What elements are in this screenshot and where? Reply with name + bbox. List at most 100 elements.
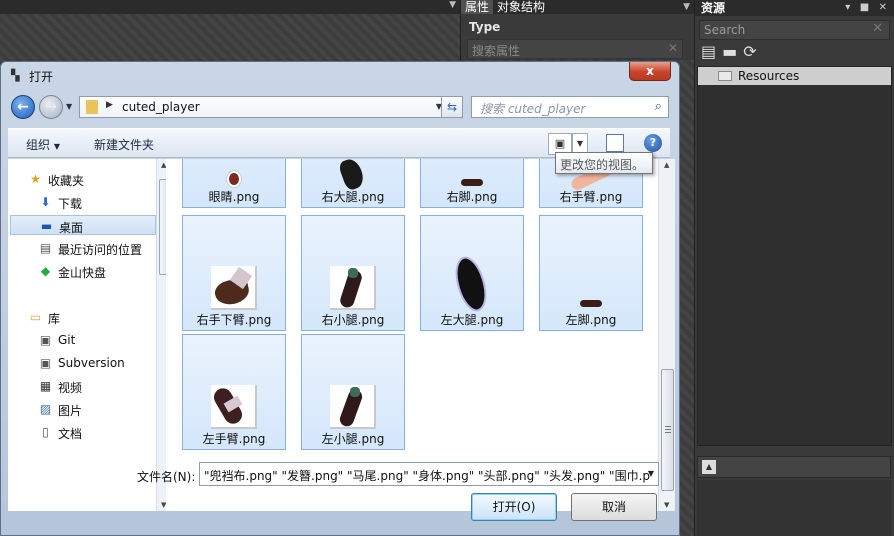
- chevron-down-icon[interactable]: ▼: [648, 469, 654, 478]
- resources-panel: 资源 ▾ ■ ✕ Search ✕ ▤ ▬ ⟳ Resources ▲: [694, 0, 894, 536]
- tree-item-resources[interactable]: Resources: [698, 67, 891, 85]
- filename-label: 文件名(N):: [137, 470, 196, 484]
- breadcrumb-arrow-icon[interactable]: ▶: [106, 100, 113, 110]
- file-tile[interactable]: 左大腿.png: [420, 215, 524, 331]
- folder-icon: [718, 71, 732, 81]
- file-tile[interactable]: 右小腿.png: [301, 215, 405, 331]
- nav-desktop[interactable]: ▬ 桌面: [10, 215, 156, 235]
- close-button[interactable]: x: [629, 62, 671, 81]
- resource-search-input[interactable]: Search ✕: [699, 20, 890, 40]
- thumbnail: [447, 252, 495, 316]
- new-folder-button[interactable]: 新建文件夹: [94, 136, 154, 153]
- search-placeholder: 搜索 cuted_player: [480, 102, 586, 116]
- panel-controls[interactable]: ▾ ■ ✕: [845, 0, 890, 16]
- help-icon[interactable]: ?: [644, 134, 662, 152]
- chevron-down-icon[interactable]: ▼: [449, 0, 456, 10]
- thumbnail: [330, 385, 376, 429]
- nav-documents[interactable]: ▯ 文档: [8, 422, 154, 442]
- recent-places-icon: ▤: [39, 241, 52, 255]
- file-list: 眼睛.png 右大腿.png 右脚.png 右手臂.png 右手下臂.png 右…: [166, 159, 658, 511]
- nav-pictures[interactable]: ▨ 图片: [8, 399, 154, 419]
- refresh-button[interactable]: ⇆: [441, 96, 463, 118]
- thumbnail: [211, 266, 257, 310]
- clear-icon[interactable]: ✕: [872, 21, 883, 36]
- resources-header: 资源 ▾ ■ ✕: [695, 0, 894, 16]
- file-scrollbar[interactable]: ▲ ▼: [658, 159, 675, 511]
- ide-top-bar: ▼: [0, 0, 460, 14]
- back-button[interactable]: ←: [11, 95, 35, 119]
- star-icon: ★: [30, 172, 41, 186]
- dialog-title: 打开: [29, 70, 54, 84]
- nav-favorites[interactable]: ★ 收藏夹: [8, 169, 154, 189]
- forward-button[interactable]: →: [39, 95, 63, 119]
- library-folder-icon: ▣: [39, 333, 52, 347]
- new-file-icon[interactable]: ▤: [701, 44, 716, 60]
- scroll-up-icon[interactable]: ▲: [664, 161, 669, 169]
- clear-icon[interactable]: ✕: [668, 41, 678, 55]
- resource-preview-area: [697, 480, 891, 536]
- search-icon[interactable]: ⌕: [655, 99, 662, 114]
- search-input[interactable]: 搜索 cuted_player ⌕: [471, 96, 669, 118]
- preview-pane-icon[interactable]: [606, 134, 624, 152]
- title-bar[interactable]: ▚ 打开 x: [1, 62, 679, 90]
- nav-git[interactable]: ▣ Git: [8, 330, 154, 350]
- nav-videos[interactable]: ▦ 视频: [8, 376, 154, 396]
- file-tile[interactable]: 右大腿.png: [301, 159, 405, 208]
- file-tile[interactable]: 左手臂.png: [182, 334, 286, 450]
- app-icon: ▚: [11, 69, 20, 82]
- resource-tree: Resources: [697, 66, 892, 446]
- file-tile[interactable]: 眼睛.png: [182, 159, 286, 208]
- tab-object-structure[interactable]: 对象结构: [493, 0, 549, 14]
- nav-libraries[interactable]: ▭ 库: [8, 307, 154, 327]
- file-name: 左脚.png: [565, 313, 617, 327]
- file-tile[interactable]: 左小腿.png: [301, 334, 405, 450]
- file-name: 眼睛.png: [208, 190, 260, 204]
- file-name: 左小腿.png: [321, 432, 385, 446]
- navigation-bar: ← → ▼ ▶ cuted_player ▼ ⇆ 搜索 cuted_player…: [9, 94, 669, 120]
- thumbnail: [337, 159, 367, 192]
- file-name: 右小腿.png: [321, 313, 385, 327]
- nav-subversion[interactable]: ▣ Subversion: [8, 353, 154, 373]
- chevron-down-icon[interactable]: ▼: [679, 0, 694, 14]
- scroll-thumb[interactable]: [661, 369, 674, 491]
- thumbnail: [330, 266, 376, 310]
- kingsoft-icon: ◆: [40, 264, 51, 278]
- nav-downloads[interactable]: ⬇ 下载: [8, 192, 154, 212]
- video-icon: ▦: [39, 379, 52, 393]
- file-name: 右脚.png: [446, 190, 498, 204]
- desktop-icon: ▬: [40, 219, 53, 233]
- properties-tabs: 属性 对象结构 ▼: [461, 0, 694, 14]
- cancel-button[interactable]: 取消: [571, 493, 657, 521]
- open-button[interactable]: 打开(O): [471, 493, 557, 521]
- nav-label: 桌面: [59, 221, 84, 235]
- breadcrumb[interactable]: cuted_player: [122, 100, 200, 114]
- nav-label: 收藏夹: [48, 174, 85, 188]
- new-folder-icon[interactable]: ▬: [722, 44, 737, 60]
- property-search-input[interactable]: 搜索属性 ✕: [467, 39, 683, 59]
- file-tile[interactable]: 右脚.png: [420, 159, 524, 208]
- nav-recent[interactable]: ▤ 最近访问的位置: [8, 238, 154, 258]
- tab-properties[interactable]: 属性: [461, 0, 494, 14]
- nav-kingsoft[interactable]: ◆ 金山快盘: [8, 261, 154, 281]
- file-name: 右手臂.png: [559, 190, 623, 204]
- filename-value: "兜裆布.png" "发簪.png" "马尾.png" "身体.png" "头部…: [204, 469, 650, 483]
- organize-button[interactable]: 组织 ▼: [26, 136, 60, 153]
- nav-label: 下载: [58, 197, 83, 211]
- file-name: 右大腿.png: [321, 190, 385, 204]
- refresh-icon[interactable]: ⟳: [743, 44, 756, 60]
- resources-title: 资源: [701, 1, 726, 15]
- filename-input[interactable]: "兜裆布.png" "发簪.png" "马尾.png" "身体.png" "头部…: [199, 462, 659, 486]
- scroll-down-icon[interactable]: ▼: [664, 501, 669, 509]
- tooltip: 更改您的视图。: [555, 152, 653, 174]
- nav-label: 最近访问的位置: [58, 243, 143, 257]
- file-tile[interactable]: 右手下臂.png: [182, 215, 286, 331]
- address-bar[interactable]: ▶ cuted_player ▼: [79, 96, 447, 118]
- picture-icon: ▨: [39, 402, 52, 416]
- file-tile[interactable]: 左脚.png: [539, 215, 643, 331]
- type-label: Type: [469, 20, 501, 34]
- collapse-icon[interactable]: ▲: [702, 460, 716, 474]
- nav-label: 库: [48, 312, 61, 326]
- folder-icon: [86, 100, 98, 114]
- history-dropdown-icon[interactable]: ▼: [66, 102, 72, 111]
- thumbnail: [211, 385, 257, 429]
